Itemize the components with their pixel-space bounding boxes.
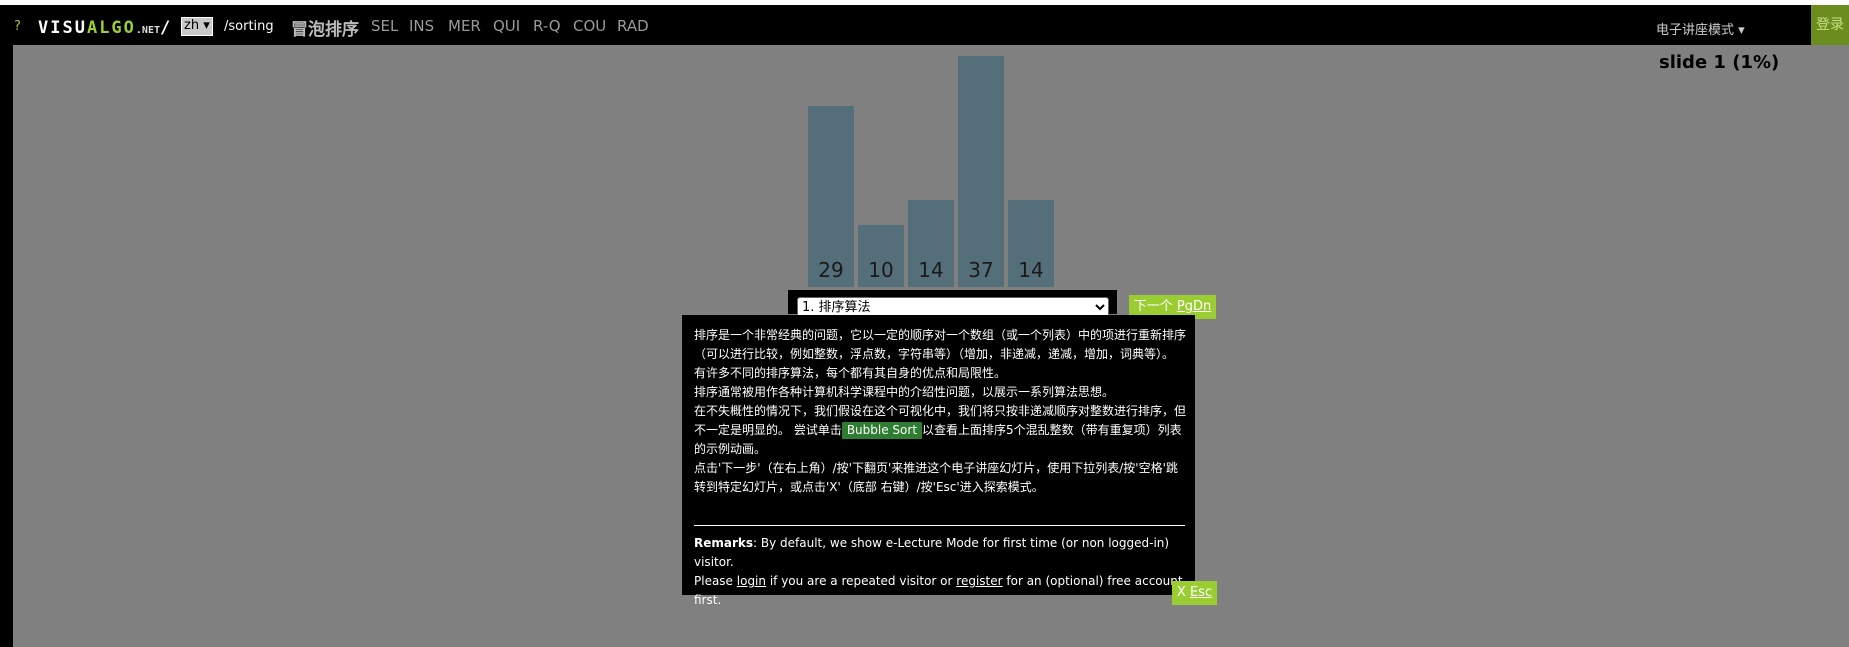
visualgo-logo[interactable]: VISUALGO.NET/ (38, 18, 172, 38)
algo-link-mer[interactable]: MER (448, 17, 481, 35)
remarks-text-2: Please (694, 574, 737, 588)
left-edge-strip (0, 45, 13, 647)
algo-link-rad[interactable]: RAD (617, 17, 649, 35)
algo-link-ins[interactable]: INS (409, 17, 434, 35)
lecture-paragraph-2: 有许多不同的排序算法，每个都有其自身的优点和局限性。 (694, 366, 1007, 380)
login-button[interactable]: 登录 (1811, 5, 1849, 45)
divider (694, 525, 1185, 526)
bar-3 (958, 55, 1004, 287)
logo-net: .NET (135, 25, 160, 36)
bubble-sort-button[interactable]: Bubble Sort (841, 422, 923, 439)
close-lecture-button[interactable]: X Esc (1172, 581, 1217, 605)
bar-value-label-2: 14 (918, 258, 944, 282)
register-link[interactable]: register (956, 574, 1002, 588)
bar-value-label-4: 14 (1018, 258, 1044, 282)
lecture-paragraph-5: 点击'下一步'（在右上角）/按'下翻页'来推进这个电子讲座幻灯片，使用下拉列表/… (694, 461, 1178, 494)
lecture-text: 排序是一个非常经典的问题，它以一定的顺序对一个数组（或一个列表）中的项进行重新排… (694, 326, 1187, 497)
language-select[interactable]: zh ▾ (181, 17, 213, 36)
next-key-hint: PgDn (1176, 299, 1212, 314)
remarks-label: Remarks (694, 536, 754, 550)
lecture-paragraph-4: 在不失概性的情况下，我们假设在这个可视化中，我们将只按非递减顺序对整数进行排序，… (694, 402, 1187, 459)
lecture-paragraph-1: 排序是一个非常经典的问题，它以一定的顺序对一个数组（或一个列表）中的项进行重新排… (694, 328, 1187, 361)
next-label: 下一个 (1133, 299, 1177, 314)
slide-progress-label: slide 1 (1%) (1659, 52, 1780, 73)
current-algorithm-title[interactable]: 冒泡排序 (291, 15, 359, 40)
help-icon[interactable]: ? (14, 19, 21, 34)
logo-visu: VISU (38, 18, 87, 38)
remarks: Remarks: By default, we show e-Lecture M… (694, 534, 1187, 610)
algo-link-qui[interactable]: QUI (493, 17, 520, 35)
algo-link-cou[interactable]: COU (573, 17, 606, 35)
remarks-text-1: : By default, we show e-Lecture Mode for… (694, 536, 1170, 569)
algo-link-sel[interactable]: SEL (371, 17, 398, 35)
top-navbar: ? VISUALGO.NET/ zh ▾ /sorting 冒泡排序 SEL I… (0, 5, 1849, 45)
e-lecture-panel: 排序是一个非常经典的问题，它以一定的顺序对一个数组（或一个列表）中的项进行重新排… (682, 315, 1195, 607)
esc-key-hint: Esc (1189, 585, 1213, 600)
logo-slash: / (160, 18, 173, 38)
lecture-paragraph-3: 排序通常被用作各种计算机科学课程中的介绍性问题，以展示一系列算法思想。 (694, 385, 1115, 399)
close-x: X (1176, 585, 1190, 600)
bar-value-label-0: 29 (818, 258, 844, 282)
lecture-mode-dropdown[interactable]: 电子讲座模式 ▾ (1656, 19, 1745, 38)
remarks-text-3: if you are a repeated visitor or (766, 574, 957, 588)
login-link[interactable]: login (737, 574, 766, 588)
page-path: /sorting (224, 19, 274, 34)
bar-value-label-3: 37 (968, 258, 994, 282)
algo-link-rq[interactable]: R-Q (533, 17, 561, 35)
bar-value-label-1: 10 (868, 258, 894, 282)
logo-algo: ALGO (86, 18, 136, 38)
